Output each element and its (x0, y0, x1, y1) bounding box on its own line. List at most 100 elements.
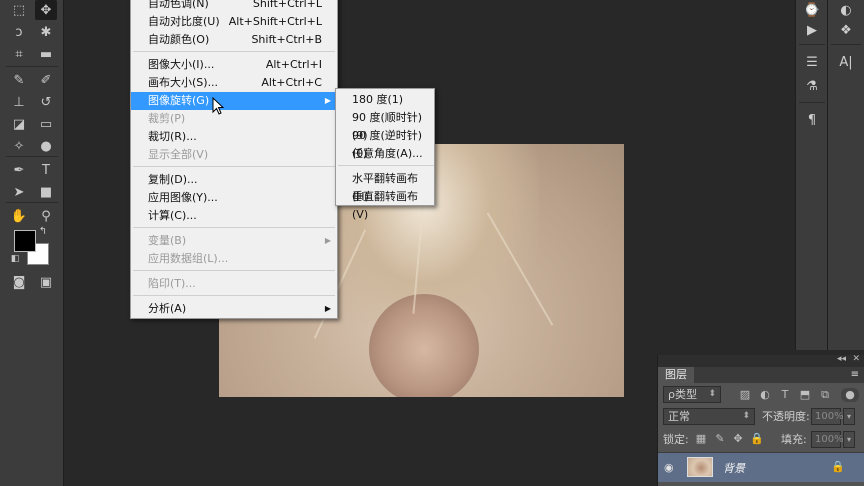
layer-name: 背景 (723, 462, 745, 475)
filter-adjustment-icon[interactable]: ◐ (758, 388, 772, 402)
menu-item-flip-vertical[interactable]: 垂直翻转画布(V) (336, 188, 434, 221)
gradient-tool-icon[interactable]: ▭ (35, 114, 57, 134)
lock-icon: 🔒 (831, 460, 845, 473)
marquee-tool-icon[interactable]: ⬚ (8, 0, 30, 20)
swap-colors-icon[interactable]: ↰ (36, 224, 50, 238)
filter-kind-label: ρ类型 (668, 388, 697, 401)
fill-dropdown-icon[interactable]: ▾ (843, 431, 855, 448)
close-panel-icon[interactable]: ✕ (852, 354, 860, 364)
shape-tool-icon[interactable]: ■ (35, 182, 57, 202)
menu-item-arbitrary-angle[interactable]: 任意角度(A)... (336, 145, 434, 163)
filter-shape-icon[interactable]: ⬒ (798, 388, 812, 402)
adjustments-panel-icon[interactable]: ☰ (800, 52, 824, 72)
crop-tool-icon[interactable]: ⌗ (8, 44, 30, 64)
menu-separator (133, 227, 335, 228)
layer-filter-select[interactable]: ρ类型 ⬍ (663, 386, 721, 403)
lock-transparent-icon[interactable]: ▦ (694, 432, 708, 446)
opacity-dropdown-icon[interactable]: ▾ (843, 408, 855, 425)
stamp-tool-icon[interactable]: ⊥ (8, 92, 30, 112)
menu-item-label: 画布大小(S)... (148, 76, 219, 89)
opacity-label: 不透明度: (762, 410, 810, 423)
hand-tool-icon[interactable]: ✋ (8, 206, 30, 226)
pen-tool-icon[interactable]: ✒ (8, 160, 30, 180)
filter-type-icon[interactable]: T (778, 388, 792, 402)
lasso-tool-icon[interactable]: ↄ (8, 22, 30, 42)
tool-separator (6, 202, 58, 203)
menu-item-rotate-180[interactable]: 180 度(1) (336, 91, 434, 109)
menu-item-calculations[interactable]: 计算(C)... (131, 207, 337, 225)
menu-item-image-rotation[interactable]: 图像旋转(G) ▶ (131, 92, 337, 110)
paragraph-panel-icon[interactable]: ¶ (800, 110, 824, 130)
color-panel-icon[interactable]: ◐ (834, 0, 858, 20)
magic-wand-tool-icon[interactable]: ✱ (35, 22, 57, 42)
fill-input[interactable]: 100% (811, 431, 844, 448)
menu-item-apply-image[interactable]: 应用图像(Y)... (131, 189, 337, 207)
filter-smart-object-icon[interactable]: ⧉ (818, 388, 832, 402)
tab-layers[interactable]: 图层 (658, 367, 694, 383)
menu-item-analysis[interactable]: 分析(A) ▶ (131, 300, 337, 318)
filter-pixel-icon[interactable]: ▨ (738, 388, 752, 402)
menu-item-auto-contrast[interactable]: 自动对比度(U) Alt+Shift+Ctrl+L (131, 13, 337, 31)
menu-item-label: 自动颜色(O) (148, 33, 210, 46)
filter-toggle-icon[interactable]: ● (841, 388, 859, 402)
lock-all-icon[interactable]: 🔒 (750, 432, 764, 446)
menu-item-label: 分析(A) (148, 302, 187, 315)
menu-item-rotate-90-cw[interactable]: 90 度(顺时针)(9) (336, 109, 434, 142)
menu-item-image-size[interactable]: 图像大小(I)... Alt+Ctrl+I (131, 56, 337, 74)
lock-row: 锁定: ▦ ✎ ✥ 🔒 填充: 100% ▾ (658, 429, 864, 451)
history-panel-icon[interactable]: ⌚ (800, 0, 824, 20)
blend-mode-select[interactable]: 正常 ⬍ (663, 408, 755, 425)
menu-item-variables[interactable]: 变量(B) ▶ (131, 232, 337, 250)
lock-image-icon[interactable]: ✎ (713, 432, 727, 446)
menu-item-label: 自动色调(N) (148, 0, 209, 10)
menu-item-apply-data-set[interactable]: 应用数据组(L)... (131, 250, 337, 268)
layer-filter-row: ρ类型 ⬍ ▨ ◐ T ⬒ ⧉ ● (658, 384, 864, 406)
history-brush-tool-icon[interactable]: ↺ (35, 92, 57, 112)
lock-position-icon[interactable]: ✥ (731, 432, 745, 446)
menu-separator (133, 51, 335, 52)
tool-presets-panel-icon[interactable]: ⚗ (800, 76, 824, 96)
menu-item-duplicate[interactable]: 复制(D)... (131, 171, 337, 189)
collapse-panel-icon[interactable]: ◂◂ (837, 354, 846, 364)
menu-item-shortcut: Shift+Ctrl+B (251, 33, 322, 46)
zoom-tool-icon[interactable]: ⚲ (35, 206, 57, 226)
brush-tool-icon[interactable]: ✐ (35, 70, 57, 90)
opacity-input[interactable]: 100% (811, 408, 844, 425)
eraser-tool-icon[interactable]: ◪ (8, 114, 30, 134)
quick-mask-icon[interactable]: ◙ (8, 272, 30, 292)
menu-item-reveal-all[interactable]: 显示全部(V) (131, 146, 337, 164)
blur-tool-icon[interactable]: ✧ (8, 136, 30, 156)
menu-item-crop[interactable]: 裁剪(P) (131, 110, 337, 128)
menu-item-auto-tone[interactable]: 自动色调(N) Shift+Ctrl+L (131, 0, 337, 13)
actions-panel-icon[interactable]: ▶ (800, 20, 824, 40)
menu-item-label: 自动对比度(U) (148, 15, 220, 28)
path-selection-tool-icon[interactable]: ➤ (8, 182, 30, 202)
menu-item-rotate-90-ccw[interactable]: 90 度(逆时针)(0) (336, 127, 434, 160)
menu-item-shortcut: Alt+Ctrl+I (265, 58, 322, 71)
default-colors-icon[interactable]: ◧ (8, 252, 22, 266)
ruler-tool-icon[interactable]: ▬ (35, 44, 57, 64)
healing-brush-tool-icon[interactable]: ✎ (8, 70, 30, 90)
chevron-down-icon: ⬍ (742, 411, 750, 421)
menu-item-flip-horizontal[interactable]: 水平翻转画布(H) (336, 170, 434, 203)
chevron-down-icon: ⬍ (708, 389, 716, 399)
dodge-tool-icon[interactable]: ● (35, 136, 57, 156)
screen-mode-icon[interactable]: ▣ (35, 272, 57, 292)
menu-item-label: 复制(D)... (148, 173, 198, 186)
menu-item-auto-color[interactable]: 自动颜色(O) Shift+Ctrl+B (131, 31, 337, 49)
character-panel-icon[interactable]: A| (834, 52, 858, 72)
lock-label: 锁定: (663, 433, 689, 446)
layer-row-background[interactable]: ◉ 背景 🔒 (658, 452, 864, 482)
image-rotation-submenu: 180 度(1) 90 度(顺时针)(9) 90 度(逆时针)(0) 任意角度(… (335, 88, 435, 221)
menu-item-canvas-size[interactable]: 画布大小(S)... Alt+Ctrl+C (131, 74, 337, 92)
menu-item-trap[interactable]: 陷印(T)... (131, 275, 337, 293)
panel-menu-icon[interactable]: ≡ (851, 369, 859, 380)
move-tool-icon[interactable]: ✥ (35, 0, 57, 20)
type-tool-icon[interactable]: T (35, 160, 57, 180)
eye-icon[interactable]: ◉ (664, 461, 674, 474)
menu-item-trim[interactable]: 裁切(R)... (131, 128, 337, 146)
styles-panel-icon[interactable]: ❖ (834, 20, 858, 40)
collapsed-panel-dock-2: ◐ ❖ A| (827, 0, 864, 350)
foreground-color-swatch[interactable] (14, 230, 36, 252)
menu-item-label: 裁切(R)... (148, 130, 197, 143)
